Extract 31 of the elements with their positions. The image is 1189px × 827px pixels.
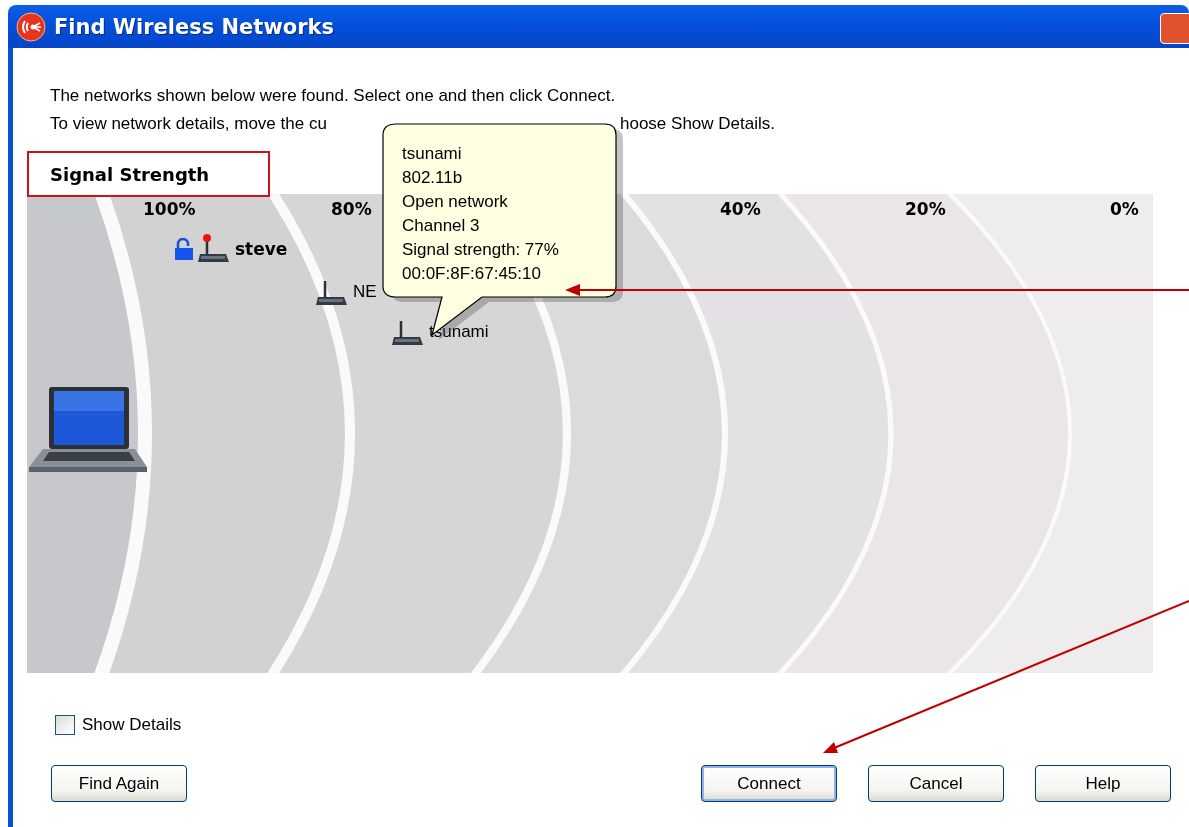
signal-scale-label: 80%: [331, 199, 372, 219]
checkbox[interactable]: [55, 715, 75, 735]
tooltip-line: 00:0F:8F:67:45:10: [402, 263, 542, 285]
signal-scale-label: 20%: [905, 199, 946, 219]
instruction-text: To view network details, move the cu: [50, 114, 327, 133]
checkbox-label: Show Details: [82, 715, 182, 735]
instruction-text: The networks shown below were found. Select one and then click Connect.: [50, 85, 617, 107]
tooltip-line: Channel 3: [402, 215, 481, 237]
laptop-icon: [29, 387, 147, 473]
tooltip-line: Signal strength: 77%: [402, 239, 559, 261]
network-name: NE: [353, 282, 377, 302]
wireless-app-icon: [16, 11, 46, 42]
network-entry[interactable]: tsunami: [392, 317, 489, 347]
instruction-text: hoose Show Details.: [620, 113, 775, 135]
dialog-button[interactable]: Find Again: [51, 765, 187, 802]
tooltip-line: 802.11b: [402, 167, 464, 189]
network-name: tsunami: [429, 322, 489, 342]
signal-strength-heading: Signal Strength: [50, 163, 210, 185]
dialog-button[interactable]: Cancel: [868, 765, 1004, 802]
wireless-router-icon[interactable]: [198, 234, 230, 264]
signal-scale-label: 40%: [720, 199, 761, 219]
network-entry[interactable]: NE: [316, 277, 377, 307]
dialog-button[interactable]: Connect: [701, 765, 837, 802]
signal-scale-label: 100%: [143, 199, 196, 219]
window-title: Find Wireless Networks: [54, 14, 335, 39]
close-button[interactable]: [1160, 13, 1189, 44]
tooltip-line: Open network: [402, 191, 509, 213]
network-name: steve: [235, 239, 288, 259]
tooltip-line: tsunami: [402, 143, 463, 165]
dialog-button[interactable]: Help: [1035, 765, 1171, 802]
signal-scale-label: 0%: [1110, 199, 1139, 219]
